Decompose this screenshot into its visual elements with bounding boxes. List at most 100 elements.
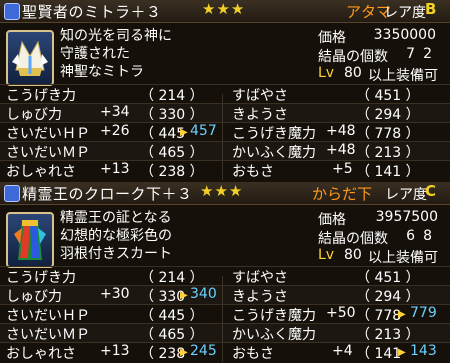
stat-label: さいだいＭＰ	[6, 327, 90, 343]
stat-bonus: +48	[326, 123, 356, 139]
triangle-right-icon: ▶	[180, 290, 188, 301]
stat-row: さいだいＭＰ （ 465 ） かいふく魔力 +48 （ 213 ）	[0, 141, 450, 161]
item-name: 聖賢者のミトラ＋３	[22, 3, 162, 21]
rarity-label: レア度	[385, 187, 427, 203]
stat-label: すばやさ	[232, 88, 288, 104]
stat-row: さいだいＭＰ （ 465 ） かいふく魔力 （ 213 ）	[0, 323, 450, 343]
stat-bonus: +26	[100, 123, 130, 139]
triangle-right-icon: ▶	[398, 347, 406, 358]
stat-new-value: 340	[190, 286, 217, 302]
stat-label: おもさ	[232, 346, 274, 362]
stat-base: （ 294 ）	[356, 107, 420, 123]
stat-base: （ 778	[356, 308, 402, 324]
stat-bonus: +4	[332, 343, 353, 359]
stat-new-value: 143	[410, 343, 437, 359]
stat-row: しゅび力 +34 （ 330 ） きようさ （ 294 ）	[0, 103, 450, 123]
rarity-grade: B	[425, 0, 437, 18]
stat-label: おもさ	[232, 164, 274, 180]
stat-bonus: +5	[332, 161, 353, 177]
stat-base: （ 214 ）	[140, 270, 204, 286]
stat-row: さいだいＨＰ （ 445 ） こうげき魔力 +50 （ 778 ▶ 779	[0, 304, 450, 324]
crystal-label: 結晶の個数	[318, 49, 388, 65]
stat-new-value: 457	[190, 123, 217, 139]
stat-label: こうげき魔力	[232, 126, 316, 142]
stat-label: しゅび力	[6, 289, 62, 305]
stat-base: （ 238 ）	[140, 164, 204, 180]
stat-bonus: +50	[326, 305, 356, 321]
stat-label: さいだいＨＰ	[6, 126, 90, 142]
stat-label: きようさ	[232, 289, 288, 305]
level-prefix: Lv	[318, 65, 335, 81]
armor-type-icon	[4, 3, 20, 20]
stat-base: （ 141 ）	[356, 164, 420, 180]
stat-label: きようさ	[232, 107, 288, 123]
stat-base: （ 214 ）	[140, 88, 204, 104]
stat-bonus: +34	[100, 104, 130, 120]
stat-label: おしゃれさ	[6, 164, 76, 180]
item-name: 精霊王のクローク下＋３	[22, 185, 193, 203]
stat-row: おしゃれさ +13 （ 238 ） おもさ +5 （ 141 ）	[0, 160, 450, 180]
stat-label: こうげき力	[6, 270, 76, 286]
stat-base: （ 451 ）	[356, 88, 420, 104]
stat-new-value: 245	[190, 343, 217, 359]
equipment-panel-lower-body: 精霊王のクローク下＋３ ★★★ からだ下 レア度 C 精霊王の証となる 幻想的な…	[0, 182, 450, 363]
level-value: 80	[344, 247, 362, 263]
stat-label: かいふく魔力	[232, 145, 316, 161]
feathered-skirt-icon	[6, 212, 54, 268]
equip-slot: からだ下	[312, 185, 373, 203]
stat-label: こうげき魔力	[232, 308, 316, 324]
equipment-panel-headgear: 聖賢者のミトラ＋３ ★★★ アタマ レア度 B 知の光を司る神に 守護された 神…	[0, 0, 450, 181]
stat-label: しゅび力	[6, 107, 62, 123]
stat-base: （ 213 ）	[356, 327, 420, 343]
item-title-bar: 精霊王のクローク下＋３ ★★★ からだ下 レア度 C	[0, 182, 450, 205]
mitre-helmet-icon	[6, 30, 54, 86]
rarity-label: レア度	[384, 5, 426, 21]
stat-base: （ 213 ）	[356, 145, 420, 161]
crystal-value: 68	[406, 228, 440, 244]
price-value: 3957500	[375, 209, 438, 225]
stat-label: さいだいＨＰ	[6, 308, 90, 324]
armor-type-icon	[4, 185, 20, 202]
price-value: 3350000	[373, 27, 436, 43]
stat-base: （ 238	[140, 346, 186, 362]
stat-base: （ 451 ）	[356, 270, 420, 286]
stat-label: さいだいＭＰ	[6, 145, 90, 161]
stat-bonus: +48	[326, 142, 356, 158]
item-stars: ★★★	[200, 182, 244, 200]
item-title-bar: 聖賢者のミトラ＋３ ★★★ アタマ レア度 B	[0, 0, 450, 23]
stat-row: さいだいＨＰ +26 （ 445 ▶ 457 こうげき魔力 +48 （ 778 …	[0, 122, 450, 142]
stat-bonus: +30	[100, 286, 130, 302]
stat-label: すばやさ	[232, 270, 288, 286]
triangle-right-icon: ▶	[180, 347, 188, 358]
stat-base: （ 778 ）	[356, 126, 420, 142]
stat-row: こうげき力 （ 214 ） すばやさ （ 451 ）	[0, 84, 450, 104]
stat-base: （ 141	[356, 346, 402, 362]
level-prefix: Lv	[318, 247, 335, 263]
stat-base: （ 330	[140, 289, 186, 305]
stat-row: おしゃれさ +13 （ 238 ▶ 245 おもさ +4 （ 141 ▶ 143	[0, 342, 450, 362]
price-label: 価格	[318, 30, 346, 46]
level-suffix: 以上装備可	[368, 250, 438, 266]
stat-label: かいふく魔力	[232, 327, 316, 343]
stat-label: おしゃれさ	[6, 346, 76, 362]
stat-base: （ 330 ）	[140, 107, 204, 123]
item-stars: ★★★	[202, 0, 246, 18]
stat-base: （ 445	[140, 126, 186, 142]
stat-base: （ 465 ）	[140, 145, 204, 161]
stat-row: こうげき力 （ 214 ） すばやさ （ 451 ）	[0, 266, 450, 286]
stat-base: （ 445 ）	[140, 308, 204, 324]
stat-bonus: +13	[100, 161, 130, 177]
triangle-right-icon: ▶	[398, 309, 406, 320]
crystal-label: 結晶の個数	[318, 231, 388, 247]
stat-base: （ 465 ）	[140, 327, 204, 343]
stat-new-value: 779	[410, 305, 437, 321]
crystal-value: 72	[406, 46, 440, 62]
level-suffix: 以上装備可	[368, 68, 438, 84]
stat-base: （ 294 ）	[356, 289, 420, 305]
stat-bonus: +13	[100, 343, 130, 359]
item-description: 知の光を司る神に 守護された 神聖なミトラ	[60, 28, 172, 80]
stat-row: しゅび力 +30 （ 330 ▶ 340 きようさ （ 294 ）	[0, 285, 450, 305]
item-description: 精霊王の証となる 幻想的な極彩色の 羽根付きスカート	[60, 210, 172, 262]
triangle-right-icon: ▶	[180, 127, 188, 138]
price-label: 価格	[318, 212, 346, 228]
